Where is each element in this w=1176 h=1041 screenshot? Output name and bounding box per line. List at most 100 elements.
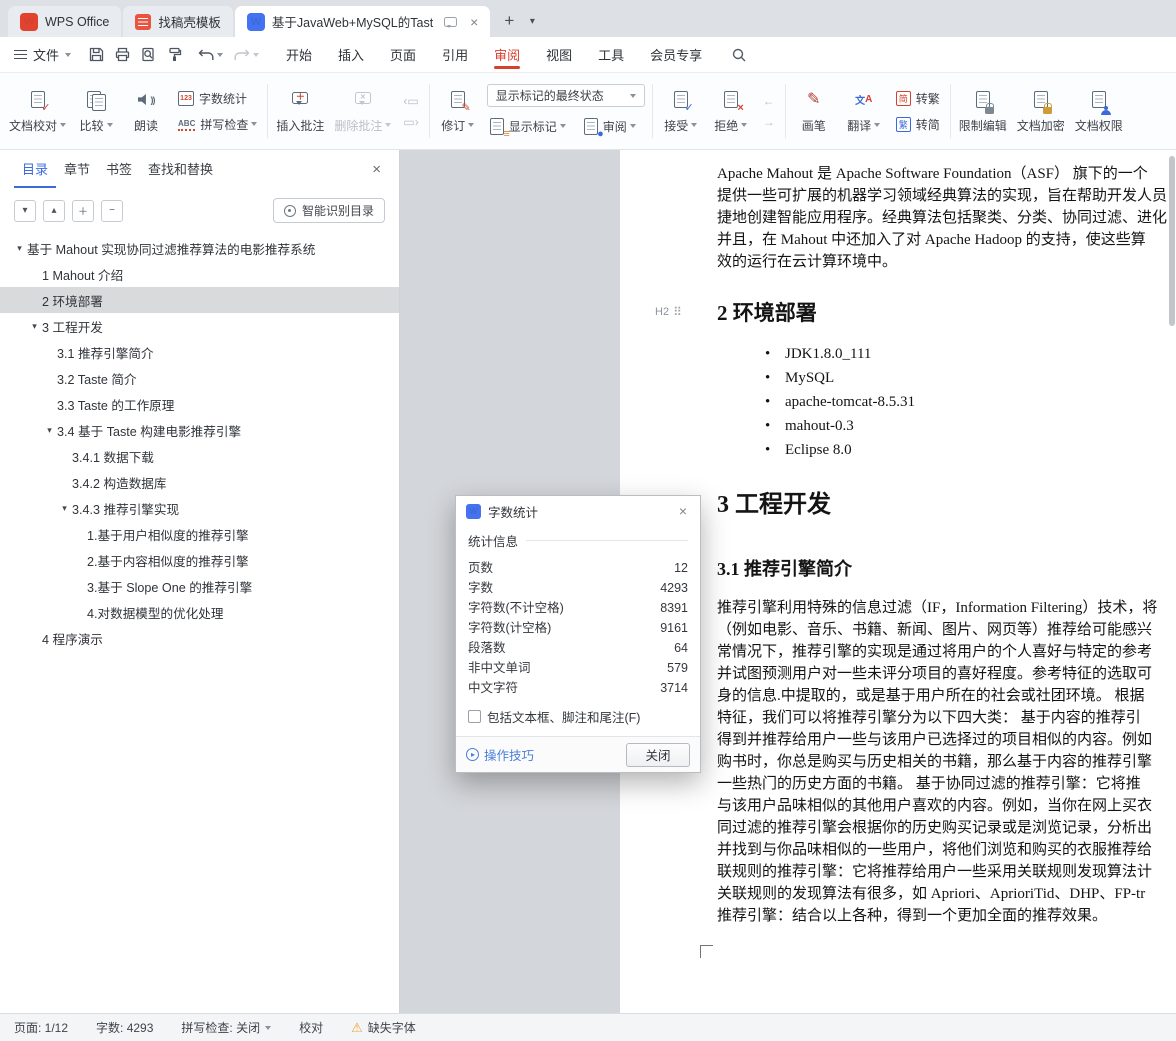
toc-item[interactable]: ▾ 3.4.3 推荐引擎实现 [0, 495, 399, 521]
show-markup-button[interactable]: ≡ 显示标记 [487, 114, 569, 140]
sidebar-tab[interactable]: 章节 [56, 150, 98, 188]
review-pane-button[interactable]: ● 审阅 [581, 114, 639, 140]
tab-template-store[interactable]: 找稿壳模板 [123, 6, 233, 37]
doc-proofread-button[interactable]: ✓ 文档校对 [4, 78, 71, 144]
dialog-close-icon[interactable]: × [676, 503, 690, 519]
menu-tab[interactable]: 开始 [273, 37, 325, 72]
toc-item[interactable]: ▾ 3.3 Taste 的工作原理 [0, 391, 399, 417]
print-preview-button[interactable] [135, 42, 161, 68]
encrypt-doc-button[interactable]: 文档加密 [1012, 78, 1070, 144]
toc-item[interactable]: ▾ 3.4.2 构造数据库 [0, 469, 399, 495]
tips-link[interactable]: ▸ 操作技巧 [466, 745, 534, 764]
restrict-editing-button[interactable]: 限制编辑 [954, 78, 1012, 144]
new-tab-button[interactable]: + [496, 8, 522, 34]
to-simplified-button[interactable]: 繁 转简 [893, 115, 943, 134]
toc-item[interactable]: ▾ 4.对数据模型的优化处理 [0, 599, 399, 625]
dialog-titlebar[interactable]: W 字数统计 × [456, 496, 700, 526]
menu-tab[interactable]: 引用 [429, 37, 481, 72]
menubar: 文件 开始 插入 页面 引用 审阅 视图 工具 会员专享 [0, 37, 1176, 73]
sidebar-tab[interactable]: 目录 [14, 150, 57, 188]
smart-toc-button[interactable]: 智能识别目录 [272, 198, 385, 223]
translate-button[interactable]: 文A 翻译 [839, 78, 889, 144]
heading-drag-handle[interactable]: H2 ⠿ [655, 306, 682, 318]
menu-tab[interactable]: 插入 [325, 37, 377, 72]
next-comment-button[interactable]: ▭› [400, 115, 421, 129]
stat-row: 中文字符 3714 [468, 678, 688, 698]
stat-label: 字符数(不计空格) [468, 601, 564, 615]
toc-item[interactable]: ▾ 3.2 Taste 简介 [0, 365, 399, 391]
tab-document[interactable]: W 基于JavaWeb+MySQL的Tast × [234, 6, 491, 37]
status-missing-font[interactable]: ⚠ 缺失字体 [351, 1019, 416, 1036]
toc-item[interactable]: ▾ 4 程序演示 [0, 625, 399, 651]
toc-item[interactable]: ▾ 2.基于内容相似度的推荐引擎 [0, 547, 399, 573]
status-spellcheck[interactable]: 拼写检查: 关闭 [181, 1019, 272, 1036]
compare-button[interactable]: 比较 [71, 78, 121, 144]
print-preview-icon [141, 47, 154, 62]
expand-all-button[interactable]: ▾ [14, 199, 36, 222]
include-footnotes-checkbox[interactable]: 包括文本框、脚注和尾注(F) [468, 707, 688, 726]
save-button[interactable] [83, 42, 109, 68]
toc-add-button[interactable]: ＋ [72, 199, 94, 222]
toc-item[interactable]: ▾ 3 工程开发 [0, 313, 399, 339]
tree-caret-icon[interactable]: ▾ [42, 425, 57, 436]
print-icon [115, 47, 129, 62]
toc-item[interactable]: ▾ 3.基于 Slope One 的推荐引擎 [0, 573, 399, 599]
dialog-title: 字数统计 [488, 505, 539, 520]
menu-tab[interactable]: 页面 [377, 37, 429, 72]
reject-button[interactable]: × 拒绝 [706, 78, 756, 144]
sidebar-tab[interactable]: 书签 [98, 150, 140, 188]
simplified-char-icon: 简 [895, 90, 911, 106]
track-changes-button[interactable]: ✎ 修订 [433, 78, 483, 144]
sidebar-tab[interactable]: 查找和替换 [140, 150, 221, 188]
read-aloud-button[interactable]: )) 朗读 [121, 78, 171, 144]
document-body[interactable]: Apache Mahout 是 Apache Software Foundati… [620, 150, 1176, 927]
undo-button[interactable] [197, 48, 224, 62]
doc-permission-button[interactable]: 文档权限 [1070, 78, 1128, 144]
toc-item[interactable]: ▾ 3.4.1 数据下载 [0, 443, 399, 469]
review-pane-icon: ● [583, 115, 604, 140]
delete-comment-button[interactable]: × 删除批注 [329, 78, 396, 144]
tab-wps-office[interactable]: W WPS Office [8, 6, 122, 37]
prev-revision-button[interactable]: ← [760, 94, 778, 108]
toc-item[interactable]: ▾ 3.4 基于 Taste 构建电影推荐引擎 [0, 417, 399, 443]
tab-list-chevron-icon[interactable]: ▾ [522, 8, 542, 34]
collapse-all-button[interactable]: ▴ [43, 199, 65, 222]
toc-remove-button[interactable]: − [101, 199, 123, 222]
toc-item[interactable]: ▾ 基于 Mahout 实现协同过滤推荐算法的电影推荐系统 [0, 235, 399, 261]
tree-caret-icon[interactable]: ▾ [12, 243, 27, 254]
toc-item[interactable]: ▾ 1.基于用户相似度的推荐引擎 [0, 521, 399, 547]
stat-label: 非中文单词 [468, 661, 531, 675]
word-count-button[interactable]: 123 字数统计 [175, 89, 260, 108]
print-button[interactable] [109, 42, 135, 68]
toc-item[interactable]: ▾ 3.1 推荐引擎简介 [0, 339, 399, 365]
next-revision-icon: → [762, 114, 775, 129]
close-button[interactable]: 关闭 [626, 742, 690, 767]
pen-button[interactable]: ✎ 画笔 [789, 78, 839, 144]
prev-comment-button[interactable]: ‹▭ [400, 94, 421, 108]
tab-close-icon[interactable]: × [470, 15, 478, 29]
toc-item[interactable]: ▾ 2 环境部署 [0, 287, 399, 313]
spell-check-button[interactable]: ABC 拼写检查 [175, 115, 260, 134]
insert-comment-button[interactable]: ＋ 插入批注 [271, 78, 329, 144]
menu-tab[interactable]: 视图 [533, 37, 585, 72]
menu-tab[interactable]: 会员专享 [637, 37, 715, 72]
search-icon[interactable] [725, 41, 753, 69]
toc-item-label: 2.基于内容相似度的推荐引擎 [87, 554, 249, 569]
delete-comment-icon: × [354, 89, 371, 111]
tree-caret-icon[interactable]: ▾ [57, 503, 72, 514]
vertical-scrollbar[interactable] [1168, 150, 1176, 1013]
file-menu[interactable]: 文件 [0, 37, 83, 72]
format-painter-button[interactable] [161, 42, 187, 68]
accept-button[interactable]: ✓ 接受 [656, 78, 706, 144]
to-traditional-button[interactable]: 简 转繁 [893, 89, 943, 108]
markup-state-select[interactable]: 显示标记的最终状态 [486, 84, 645, 107]
toc-item[interactable]: ▾ 1 Mahout 介绍 [0, 261, 399, 287]
next-revision-button[interactable]: → [760, 115, 778, 129]
tree-caret-icon[interactable]: ▾ [27, 321, 42, 332]
redo-button[interactable] [233, 48, 260, 62]
scrollbar-thumb[interactable] [1169, 156, 1175, 326]
menu-tab[interactable]: 工具 [585, 37, 637, 72]
sidebar-close-icon[interactable]: × [368, 160, 385, 179]
menu-tab[interactable]: 审阅 [481, 37, 533, 72]
status-proofread[interactable]: 校对 [299, 1019, 323, 1036]
